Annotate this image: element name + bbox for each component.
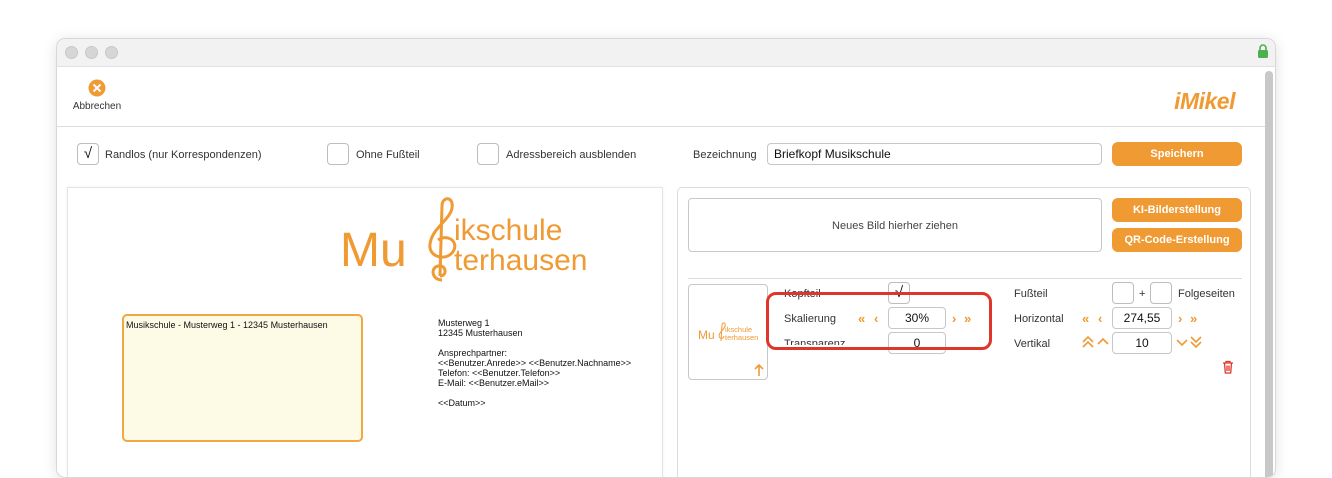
vertikal-input[interactable]: 10 bbox=[1112, 332, 1172, 354]
thumbnail-logo: Mu ikschule terhausen bbox=[698, 322, 758, 342]
contact-line-3: E-Mail: <<Benutzer.eMail>> bbox=[438, 378, 550, 388]
sender-line: Musikschule - Musterweg 1 - 12345 Muster… bbox=[126, 320, 328, 330]
folgeseiten-checkbox[interactable] bbox=[1150, 282, 1172, 304]
scrollbar[interactable] bbox=[1265, 71, 1273, 477]
drop-zone-text: Neues Bild hierher ziehen bbox=[832, 220, 958, 232]
adressbereich-label: Adressbereich ausblenden bbox=[506, 149, 637, 161]
image-drop-zone[interactable]: Neues Bild hierher ziehen bbox=[688, 198, 1102, 252]
horizontal-increase-icon[interactable]: › bbox=[1178, 312, 1182, 326]
ai-image-button[interactable]: KI-Bilderstellung bbox=[1112, 198, 1242, 222]
address-line-1: Musterweg 1 bbox=[438, 318, 490, 328]
ohne-fussteil-label: Ohne Fußteil bbox=[356, 149, 420, 161]
minimize-window-button[interactable] bbox=[85, 46, 98, 59]
image-settings-panel: Neues Bild hierher ziehen KI-Bilderstell… bbox=[677, 187, 1251, 477]
randlos-check-mark: √ bbox=[83, 145, 93, 162]
horizontal-increase-fast-icon[interactable]: » bbox=[1190, 312, 1197, 326]
svg-text:terhausen: terhausen bbox=[725, 333, 758, 342]
title-bar bbox=[57, 39, 1275, 67]
randlos-label: Randlos (nur Korrespondenzen) bbox=[105, 149, 262, 161]
horizontal-input[interactable]: 274,55 bbox=[1112, 307, 1172, 329]
horizontal-decrease-icon[interactable]: ‹ bbox=[1098, 312, 1102, 326]
fussteil-checkbox[interactable] bbox=[1112, 282, 1134, 304]
vertikal-down-icon[interactable] bbox=[1176, 335, 1188, 349]
image-thumbnail[interactable]: Mu ikschule terhausen bbox=[688, 284, 768, 380]
horizontal-label: Horizontal bbox=[1014, 313, 1064, 325]
horizontal-decrease-fast-icon[interactable]: « bbox=[1082, 312, 1089, 326]
trash-icon[interactable] bbox=[1222, 360, 1234, 374]
toolbar: Abbrechen iMikel bbox=[57, 67, 1265, 127]
date-placeholder: <<Datum>> bbox=[438, 398, 486, 408]
save-button[interactable]: Speichern bbox=[1112, 142, 1242, 166]
letterhead-ikschule: ikschule bbox=[454, 214, 562, 247]
move-up-icon[interactable] bbox=[753, 363, 765, 377]
svg-text:Mu: Mu bbox=[698, 328, 715, 342]
letterhead-logo: Mu ikschule terhausen bbox=[340, 197, 587, 282]
folgeseiten-label: Folgeseiten bbox=[1178, 288, 1235, 300]
ohne-fussteil-checkbox[interactable] bbox=[327, 143, 349, 165]
vertikal-label: Vertikal bbox=[1014, 338, 1051, 350]
address-area[interactable]: Musikschule - Musterweg 1 - 12345 Muster… bbox=[122, 314, 363, 442]
contact-line-1: <<Benutzer.Anrede>> <<Benutzer.Nachname>… bbox=[438, 358, 632, 368]
lock-icon bbox=[1258, 44, 1268, 58]
vertikal-up-icon[interactable] bbox=[1097, 335, 1109, 349]
vertikal-down-fast-icon[interactable] bbox=[1189, 335, 1203, 349]
vertikal-up-fast-icon[interactable] bbox=[1081, 335, 1095, 349]
app-window: Abbrechen iMikel √ Randlos (nur Korrespo… bbox=[56, 38, 1276, 478]
cancel-label: Abbrechen bbox=[72, 101, 122, 112]
cancel-icon bbox=[88, 79, 106, 97]
zoom-window-button[interactable] bbox=[105, 46, 118, 59]
imikel-logo: iMikel bbox=[1174, 79, 1235, 115]
qr-code-button[interactable]: QR-Code-Erstellung bbox=[1112, 228, 1242, 252]
sender-info-block: Musterweg 1 12345 Musterhausen Ansprechp… bbox=[438, 318, 631, 408]
bezeichnung-input[interactable]: Briefkopf Musikschule bbox=[767, 143, 1102, 165]
cancel-button[interactable]: Abbrechen bbox=[67, 79, 127, 119]
highlight-frame bbox=[766, 292, 992, 350]
document-preview: Mu ikschule terhausen Musikschule - Must… bbox=[67, 187, 663, 477]
letterhead-terhausen: terhausen bbox=[454, 244, 587, 277]
treble-clef-icon bbox=[428, 197, 457, 282]
plus-sign: + bbox=[1139, 288, 1146, 300]
address-line-2: 12345 Musterhausen bbox=[438, 328, 523, 338]
contact-label: Ansprechpartner: bbox=[438, 348, 508, 358]
randlos-checkbox[interactable]: √ bbox=[77, 143, 99, 165]
contact-line-2: Telefon: <<Benutzer.Telefon>> bbox=[438, 368, 561, 378]
close-window-button[interactable] bbox=[65, 46, 78, 59]
bezeichnung-label: Bezeichnung bbox=[693, 149, 757, 161]
fussteil-label: Fußteil bbox=[1014, 288, 1048, 300]
logo-text: iMikel bbox=[1174, 88, 1235, 114]
divider bbox=[688, 278, 1242, 279]
letterhead-mu: Mu bbox=[340, 224, 407, 277]
adressbereich-checkbox[interactable] bbox=[477, 143, 499, 165]
